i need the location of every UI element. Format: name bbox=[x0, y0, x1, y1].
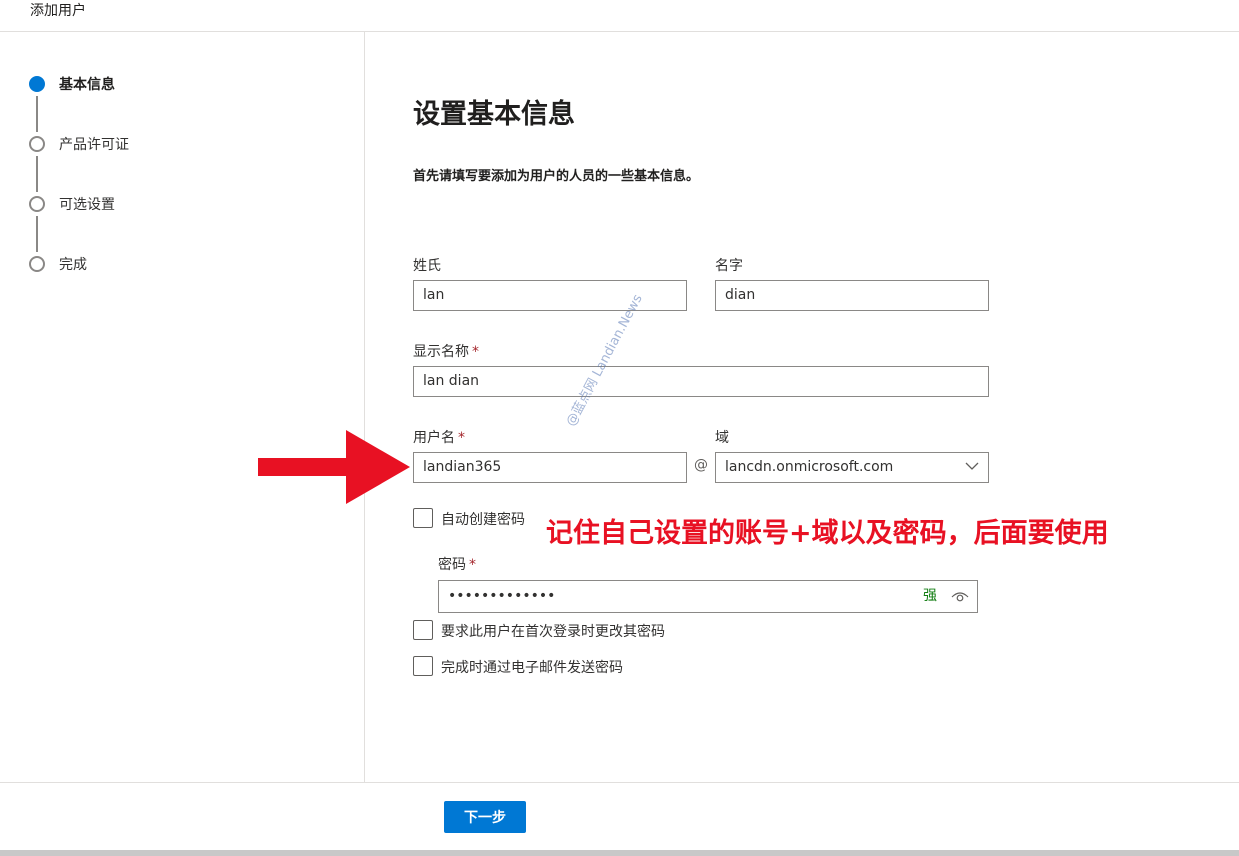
required-mark: * bbox=[472, 344, 479, 360]
step-product-license[interactable]: 产品许可证 bbox=[29, 134, 129, 154]
require-change-checkbox[interactable] bbox=[413, 620, 433, 640]
at-sign: @ bbox=[694, 457, 708, 473]
step-dot bbox=[29, 136, 45, 152]
step-connector bbox=[36, 156, 38, 192]
password-label-text: 密码 bbox=[438, 557, 466, 573]
require-change-label: 要求此用户在首次登录时更改其密码 bbox=[441, 624, 665, 640]
top-divider bbox=[0, 31, 1239, 32]
domain-select[interactable]: lancdn.onmicrosoft.com bbox=[715, 452, 989, 483]
display-name-label: 显示名称 * bbox=[413, 341, 479, 361]
username-label-text: 用户名 bbox=[413, 430, 455, 446]
chevron-down-icon bbox=[965, 462, 979, 470]
step-label: 完成 bbox=[59, 257, 87, 273]
password-label: 密码 * bbox=[438, 554, 476, 574]
email-password-label: 完成时通过电子邮件发送密码 bbox=[441, 660, 623, 676]
side-divider bbox=[364, 32, 365, 782]
eye-icon[interactable] bbox=[951, 588, 969, 604]
username-label: 用户名 * bbox=[413, 427, 465, 447]
domain-value: lancdn.onmicrosoft.com bbox=[725, 459, 894, 475]
domain-label: 域 bbox=[715, 430, 729, 446]
last-name-label: 姓氏 bbox=[413, 258, 441, 274]
auto-password-checkbox[interactable] bbox=[413, 508, 433, 528]
main-description: 首先请填写要添加为用户的人员的一些基本信息。 bbox=[413, 169, 700, 184]
step-finish[interactable]: 完成 bbox=[29, 254, 87, 274]
last-name-field[interactable]: lan bbox=[413, 280, 687, 311]
main-heading: 设置基本信息 bbox=[413, 99, 575, 130]
bottom-strip bbox=[0, 850, 1239, 856]
username-field[interactable]: landian365 bbox=[413, 452, 687, 483]
step-basic-info[interactable]: 基本信息 bbox=[29, 74, 115, 94]
step-dot-active bbox=[29, 76, 45, 92]
auto-password-label: 自动创建密码 bbox=[441, 512, 525, 528]
next-button[interactable]: 下一步 bbox=[444, 801, 526, 833]
password-value: ••••••••••••• bbox=[448, 588, 556, 604]
display-name-field[interactable]: lan dian bbox=[413, 366, 989, 397]
email-password-checkbox[interactable] bbox=[413, 656, 433, 676]
bottom-divider bbox=[0, 782, 1239, 783]
first-name-label: 名字 bbox=[715, 258, 743, 274]
required-mark: * bbox=[458, 430, 465, 446]
step-optional-settings[interactable]: 可选设置 bbox=[29, 194, 115, 214]
password-strength: 强 bbox=[923, 588, 937, 604]
page-title: 添加用户 bbox=[30, 3, 86, 19]
arrow-right-icon bbox=[258, 430, 410, 504]
first-name-field[interactable]: dian bbox=[715, 280, 989, 311]
step-dot bbox=[29, 196, 45, 212]
watermark: @蓝点网 Landian.News bbox=[563, 292, 646, 429]
password-field[interactable]: ••••••••••••• 强 bbox=[438, 580, 978, 613]
step-label: 可选设置 bbox=[59, 197, 115, 213]
step-label: 产品许可证 bbox=[59, 137, 129, 153]
annotation-text: 记住自己设置的账号+域以及密码，后面要使用 bbox=[546, 518, 1109, 549]
display-name-label-text: 显示名称 bbox=[413, 344, 469, 360]
step-dot bbox=[29, 256, 45, 272]
required-mark: * bbox=[469, 557, 476, 573]
step-connector bbox=[36, 216, 38, 252]
step-connector bbox=[36, 96, 38, 132]
step-label: 基本信息 bbox=[59, 77, 115, 93]
